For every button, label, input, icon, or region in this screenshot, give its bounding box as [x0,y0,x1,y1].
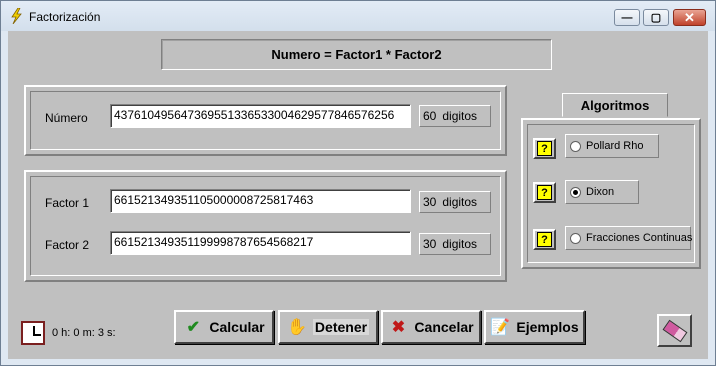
algoritmos-panel: ? Pollard Rho ? Dixon ? Fracciones Conti… [521,118,701,269]
formula-header: Numero = Factor1 * Factor2 [161,39,552,70]
factor1-digits-unit: digitos [442,195,478,209]
radio-label-dixon: Dixon [586,186,615,198]
factor2-digits-count: 30 [423,237,437,251]
factor1-digits-count: 30 [423,195,437,209]
calcular-button[interactable]: ✔ Calcular [174,310,274,344]
factor2-label: Factor 2 [45,238,90,252]
maximize-button[interactable]: ▢ [643,9,669,26]
help-button-fracciones[interactable]: ? [533,229,556,250]
question-icon: ? [537,232,552,247]
radio-pollard-rho[interactable]: Pollard Rho [565,134,659,158]
ejemplos-label: Ejemplos [516,319,579,335]
radio-circle-dixon[interactable] [570,186,581,198]
factor2-digits-unit: digitos [442,237,478,251]
cancelar-label: Cancelar [414,319,474,335]
client-area: Numero = Factor1 * Factor2 Número 437610… [8,31,708,359]
calcular-label: Calcular [209,319,265,335]
numero-digits-unit: digitos [442,109,478,123]
radio-label-pollard: Pollard Rho [586,140,644,152]
hand-icon: ✋ [286,319,307,336]
radio-circle-pollard[interactable] [570,140,581,152]
factor1-label: Factor 1 [45,196,90,210]
numero-panel: Número 437610495647369551336533004629577… [24,85,507,156]
detener-button[interactable]: ✋ Detener [278,310,378,344]
radio-label-fracciones: Fracciones Continuas [586,232,693,244]
factor1-digits: 30 digitos [419,191,491,213]
close-button[interactable]: ✕ [673,9,706,26]
numero-input[interactable]: 4376104956473695513365330046295778465762… [110,104,411,128]
factor2-input[interactable]: 661521349351199998787654568217 [110,231,411,255]
numero-digits-count: 60 [423,109,437,123]
clear-button[interactable] [657,314,692,347]
title-bar: Factorización — ▢ ✕ [1,1,715,31]
minimize-icon: — [621,11,633,24]
radio-fracciones-continuas[interactable]: Fracciones Continuas [565,226,693,250]
question-icon: ? [537,141,552,156]
detener-label: Detener [312,319,370,335]
factor1-input[interactable]: 661521349351105000008725817463 [110,189,411,213]
minimize-button[interactable]: — [614,9,640,26]
radio-dixon[interactable]: Dixon [565,180,639,204]
help-button-dixon[interactable]: ? [533,182,556,203]
numero-label: Número [45,111,88,125]
question-icon: ? [537,185,552,200]
cancelar-button[interactable]: ✖ Cancelar [381,310,481,344]
help-button-pollard[interactable]: ? [533,138,556,159]
notepad-icon: 📝 [490,319,511,336]
elapsed-timer: 0 h: 0 m: 3 s: [52,327,116,339]
factors-panel: Factor 1 661521349351105000008725817463 … [24,170,507,282]
x-icon: ✖ [391,319,406,336]
window-title: Factorización [29,10,101,24]
algoritmos-title: Algoritmos [562,93,668,117]
eraser-icon [662,319,687,342]
factor2-digits: 30 digitos [419,233,491,255]
close-icon: ✕ [684,9,695,25]
radio-circle-fracciones[interactable] [570,232,581,244]
lightning-icon [11,8,22,24]
ejemplos-button[interactable]: 📝 Ejemplos [484,310,585,344]
numero-digits: 60 digitos [419,105,491,127]
maximize-icon: ▢ [650,12,662,24]
app-window: Factorización — ▢ ✕ Numero = Factor1 * F… [0,0,716,366]
clock-icon [21,321,45,345]
checkmark-icon: ✔ [186,319,201,336]
